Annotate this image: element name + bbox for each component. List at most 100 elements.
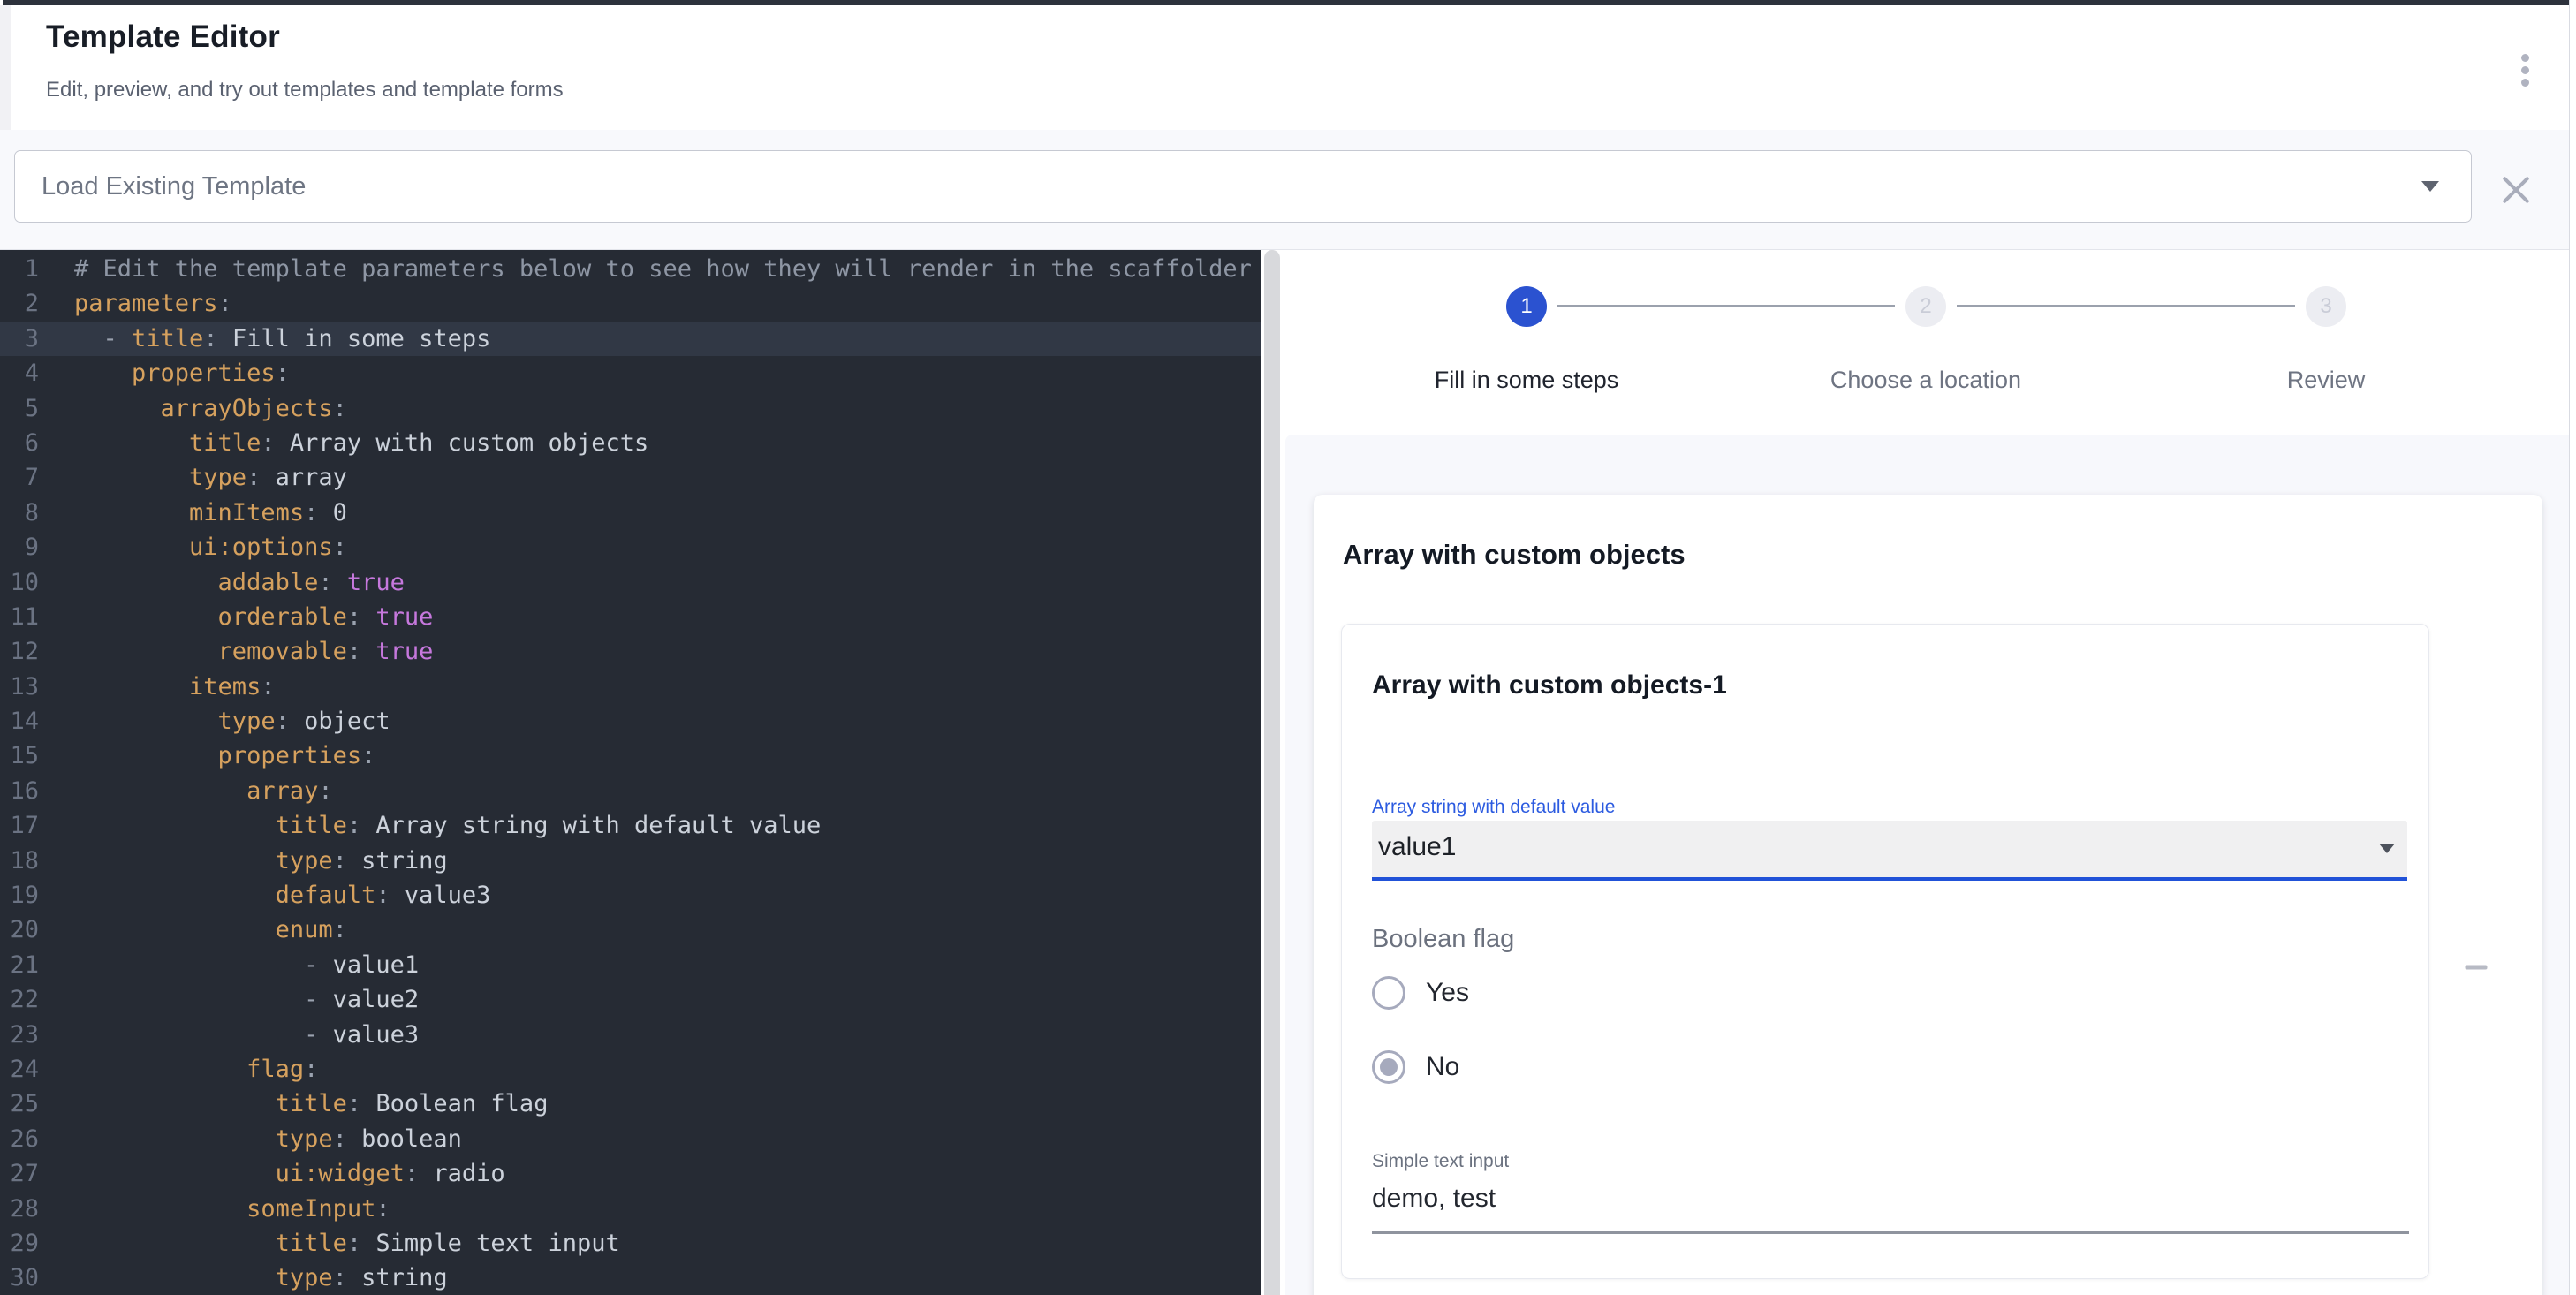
line-number: 27 [0,1156,39,1191]
line-number: 24 [0,1052,39,1087]
load-existing-template-select[interactable]: Load Existing Template [14,150,2472,223]
code-line: 28 someInput: [0,1192,1261,1226]
code-line: 29 title: Simple text input [0,1226,1261,1261]
code-line: 13 items: [0,670,1261,704]
radio-button-icon [1372,976,1405,1010]
code-line: 4 properties: [0,356,1261,390]
array-string-select[interactable]: value1 [1372,821,2407,877]
line-number: 9 [0,530,39,564]
step-1-circle: 1 [1506,286,1547,327]
load-template-bar: Load Existing Template [0,130,2570,250]
line-number: 7 [0,460,39,495]
code-line: 27 ui:widget: radio [0,1156,1261,1191]
select-field-label: Array string with default value [1372,797,1615,818]
stepper-step-1: 1 Fill in some steps [1394,286,1659,394]
stepper-step-3: 3 Review [2193,286,2459,394]
stepper-step-2: 2 Choose a location [1793,286,2058,394]
code-line: 3 - title: Fill in some steps [0,322,1261,356]
code-line: 14 type: object [0,704,1261,738]
radio-option-yes[interactable]: Yes [1372,967,1469,1019]
code-editor[interactable]: 1# Edit the template parameters below to… [0,250,1261,1295]
code-line: 30 type: string [0,1261,1261,1295]
line-number: 6 [0,426,39,460]
line-number: 3 [0,322,39,356]
left-edge-strip [0,5,11,130]
clear-template-button[interactable] [2496,170,2535,209]
pane-resizer-handle[interactable] [1264,250,1280,1295]
code-line: 12 removable: true [0,634,1261,669]
step-1-label: Fill in some steps [1394,367,1659,394]
code-editor-lines: 1# Edit the template parameters below to… [0,252,1261,1295]
code-line: 25 title: Boolean flag [0,1087,1261,1121]
code-line: 23 - value3 [0,1018,1261,1052]
remove-array-item-button[interactable] [2453,944,2499,990]
code-line: 19 default: value3 [0,878,1261,913]
line-number: 8 [0,496,39,530]
code-line: 2parameters: [0,286,1261,321]
scrollbar-gutter[interactable] [2569,0,2576,1295]
page-header: Template Editor Edit, preview, and try o… [11,5,2570,131]
line-number: 16 [0,774,39,808]
array-item-title: Array with custom objects-1 [1372,670,1727,701]
line-number: 29 [0,1226,39,1261]
simple-text-input[interactable]: demo, test [1372,1184,1496,1214]
code-line: 17 title: Array string with default valu… [0,808,1261,843]
step-2-circle: 2 [1905,286,1946,327]
line-number: 4 [0,356,39,390]
radio-option-label: No [1426,1052,1459,1082]
page-subtitle: Edit, preview, and try out templates and… [46,78,564,102]
code-line: 1# Edit the template parameters below to… [0,252,1261,286]
step-3-label: Review [2193,367,2459,394]
code-line: 7 type: array [0,460,1261,495]
chevron-down-icon [2421,181,2439,192]
code-line: 9 ui:options: [0,530,1261,564]
line-number: 20 [0,913,39,947]
select-field-value: value1 [1378,832,1456,862]
radio-group-label: Boolean flag [1372,925,1514,954]
line-number: 30 [0,1261,39,1295]
template-editor-screen: Template Editor Edit, preview, and try o… [0,0,2576,1295]
code-line: 8 minItems: 0 [0,496,1261,530]
code-line: 15 properties: [0,738,1261,773]
array-item-card: Array with custom objects-1 Array string… [1341,624,2429,1279]
line-number: 12 [0,634,39,669]
kebab-menu-icon [2521,66,2529,74]
line-number: 10 [0,565,39,600]
code-line: 21 - value1 [0,948,1261,982]
dropdown-arrow-icon [2379,844,2395,853]
code-line: 10 addable: true [0,565,1261,600]
line-number: 22 [0,982,39,1017]
step-2-label: Choose a location [1793,367,2058,394]
line-number: 11 [0,600,39,634]
more-options-button[interactable] [2501,41,2549,99]
code-line: 16 array: [0,774,1261,808]
form-section-title: Array with custom objects [1343,539,1686,571]
line-number: 19 [0,878,39,913]
code-line: 5 arrayObjects: [0,391,1261,426]
line-number: 23 [0,1018,39,1052]
line-number: 14 [0,704,39,738]
code-line: 6 title: Array with custom objects [0,426,1261,460]
code-line: 18 type: string [0,844,1261,878]
page-title: Template Editor [46,19,280,55]
kebab-menu-icon [2521,54,2529,62]
line-number: 15 [0,738,39,773]
step-3-circle: 3 [2306,286,2346,327]
minus-icon [2466,966,2488,970]
load-template-placeholder: Load Existing Template [42,172,306,201]
line-number: 26 [0,1122,39,1156]
line-number: 13 [0,670,39,704]
code-line: 22 - value2 [0,982,1261,1017]
code-line: 24 flag: [0,1052,1261,1087]
radio-option-no[interactable]: No [1372,1041,1459,1093]
line-number: 28 [0,1192,39,1226]
code-line: 11 orderable: true [0,600,1261,634]
line-number: 2 [0,286,39,321]
line-number: 17 [0,808,39,843]
text-input-underline [1372,1231,2409,1234]
line-number: 25 [0,1087,39,1121]
text-field-label: Simple text input [1372,1151,1509,1172]
code-line: 26 type: boolean [0,1122,1261,1156]
code-line: 20 enum: [0,913,1261,947]
radio-button-icon [1372,1050,1405,1084]
